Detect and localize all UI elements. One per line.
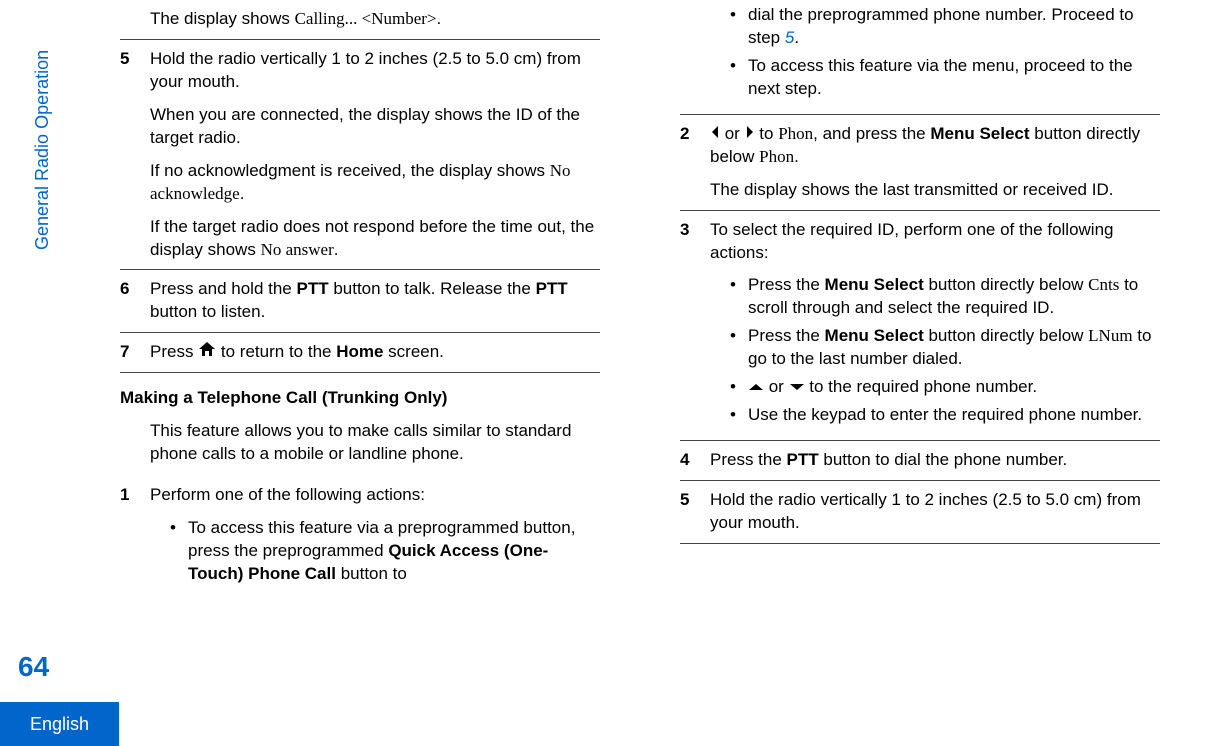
home-icon xyxy=(198,341,216,364)
step-text: Hold the radio vertically 1 to 2 inches … xyxy=(150,48,600,94)
text: . xyxy=(794,28,799,47)
step-text: Hold the radio vertically 1 to 2 inches … xyxy=(710,489,1160,535)
button-label: Menu Select xyxy=(825,275,924,294)
step-text: To select the required ID, perform one o… xyxy=(710,219,1160,265)
step-6: 6 Press and hold the PTT button to talk.… xyxy=(120,269,600,332)
text: , and press the xyxy=(813,124,930,143)
side-section-label: General Radio Operation xyxy=(30,50,54,250)
text: button to dial the phone number. xyxy=(819,450,1068,469)
text: or xyxy=(764,377,789,396)
step-text: Perform one of the following actions: xyxy=(150,484,600,507)
menu-item: Phon xyxy=(759,147,794,166)
list-item: or to the required phone number. xyxy=(730,376,1160,399)
step-number: 2 xyxy=(680,123,698,202)
step-4: 4 Press the PTT button to dial the phone… xyxy=(680,440,1160,480)
step-1: 1 Perform one of the following actions: … xyxy=(120,476,600,599)
text: Press xyxy=(150,342,198,361)
step-number: 5 xyxy=(680,489,698,535)
step-number: 6 xyxy=(120,278,138,324)
text: to the required phone number. xyxy=(805,377,1038,396)
section-heading: Making a Telephone Call (Trunking Only) xyxy=(120,387,600,410)
button-label: Menu Select xyxy=(930,124,1029,143)
text: button directly below xyxy=(924,275,1088,294)
step-text: The display shows the last transmitted o… xyxy=(710,179,1160,202)
button-label: PTT xyxy=(296,279,328,298)
button-label: Menu Select xyxy=(825,326,924,345)
display-text: Calling... <Number> xyxy=(295,9,437,28)
button-label: PTT xyxy=(536,279,568,298)
step-number: 3 xyxy=(680,219,698,433)
list-item: To access this feature via the menu, pro… xyxy=(730,55,1160,101)
step-number: 1 xyxy=(120,484,138,591)
text: Press the xyxy=(748,275,825,294)
text: Press the xyxy=(748,326,825,345)
up-arrow-icon xyxy=(748,376,764,399)
step-number: 4 xyxy=(680,449,698,472)
step-2: 2 or to Phon, and press the Menu Select … xyxy=(680,114,1160,210)
menu-item: Cnts xyxy=(1088,275,1119,294)
text: . xyxy=(240,184,245,203)
step-7: 7 Press to return to the Home screen. xyxy=(120,332,600,373)
text: button directly below xyxy=(924,326,1088,345)
step-link[interactable]: 5 xyxy=(785,28,794,47)
left-arrow-icon xyxy=(710,123,720,146)
step-1-continuation: • dial the preprogrammed phone number. P… xyxy=(680,0,1160,114)
menu-item: LNum xyxy=(1088,326,1132,345)
display-text: No answer xyxy=(261,240,334,259)
text: Press and hold the xyxy=(150,279,296,298)
down-arrow-icon xyxy=(789,376,805,399)
text: If no acknowledgment is received, the di… xyxy=(150,161,550,180)
section-intro: This feature allows you to make calls si… xyxy=(120,420,600,466)
text: . xyxy=(437,9,442,28)
step-5: 5 Hold the radio vertically 1 to 2 inche… xyxy=(120,39,600,270)
text: . xyxy=(334,240,339,259)
text: If the target radio does not respond bef… xyxy=(150,217,594,259)
text: button to talk. Release the xyxy=(329,279,536,298)
right-arrow-icon xyxy=(745,123,755,146)
page-number: 64 xyxy=(18,648,49,686)
left-column: The display shows Calling... <Number>. 5… xyxy=(120,0,600,746)
text: to return to the xyxy=(216,342,336,361)
list-item: Press the Menu Select button directly be… xyxy=(730,274,1160,320)
text: button to xyxy=(336,564,407,583)
text: or xyxy=(720,124,745,143)
list-item: To access this feature via a preprogramm… xyxy=(170,517,600,586)
text: The display shows xyxy=(150,9,295,28)
screen-name: Home xyxy=(336,342,383,361)
text: screen. xyxy=(383,342,443,361)
previous-step-continuation: The display shows Calling... <Number>. xyxy=(120,0,600,39)
step-number: 7 xyxy=(120,341,138,364)
step-number: 5 xyxy=(120,48,138,262)
right-column: • dial the preprogrammed phone number. P… xyxy=(680,0,1160,746)
list-item: Press the Menu Select button directly be… xyxy=(730,325,1160,371)
text: dial the preprogrammed phone number. Pro… xyxy=(748,5,1134,47)
language-tab: English xyxy=(0,702,119,746)
list-item: Use the keypad to enter the required pho… xyxy=(730,404,1160,427)
menu-item: Phon xyxy=(778,124,813,143)
text: button to listen. xyxy=(150,302,265,321)
button-label: PTT xyxy=(787,450,819,469)
text: Press the xyxy=(710,450,787,469)
list-item: • dial the preprogrammed phone number. P… xyxy=(730,4,1160,50)
text: . xyxy=(794,147,799,166)
step-3: 3 To select the required ID, perform one… xyxy=(680,210,1160,441)
step-5-right: 5 Hold the radio vertically 1 to 2 inche… xyxy=(680,480,1160,544)
step-text: When you are connected, the display show… xyxy=(150,104,600,150)
text: to xyxy=(755,124,779,143)
